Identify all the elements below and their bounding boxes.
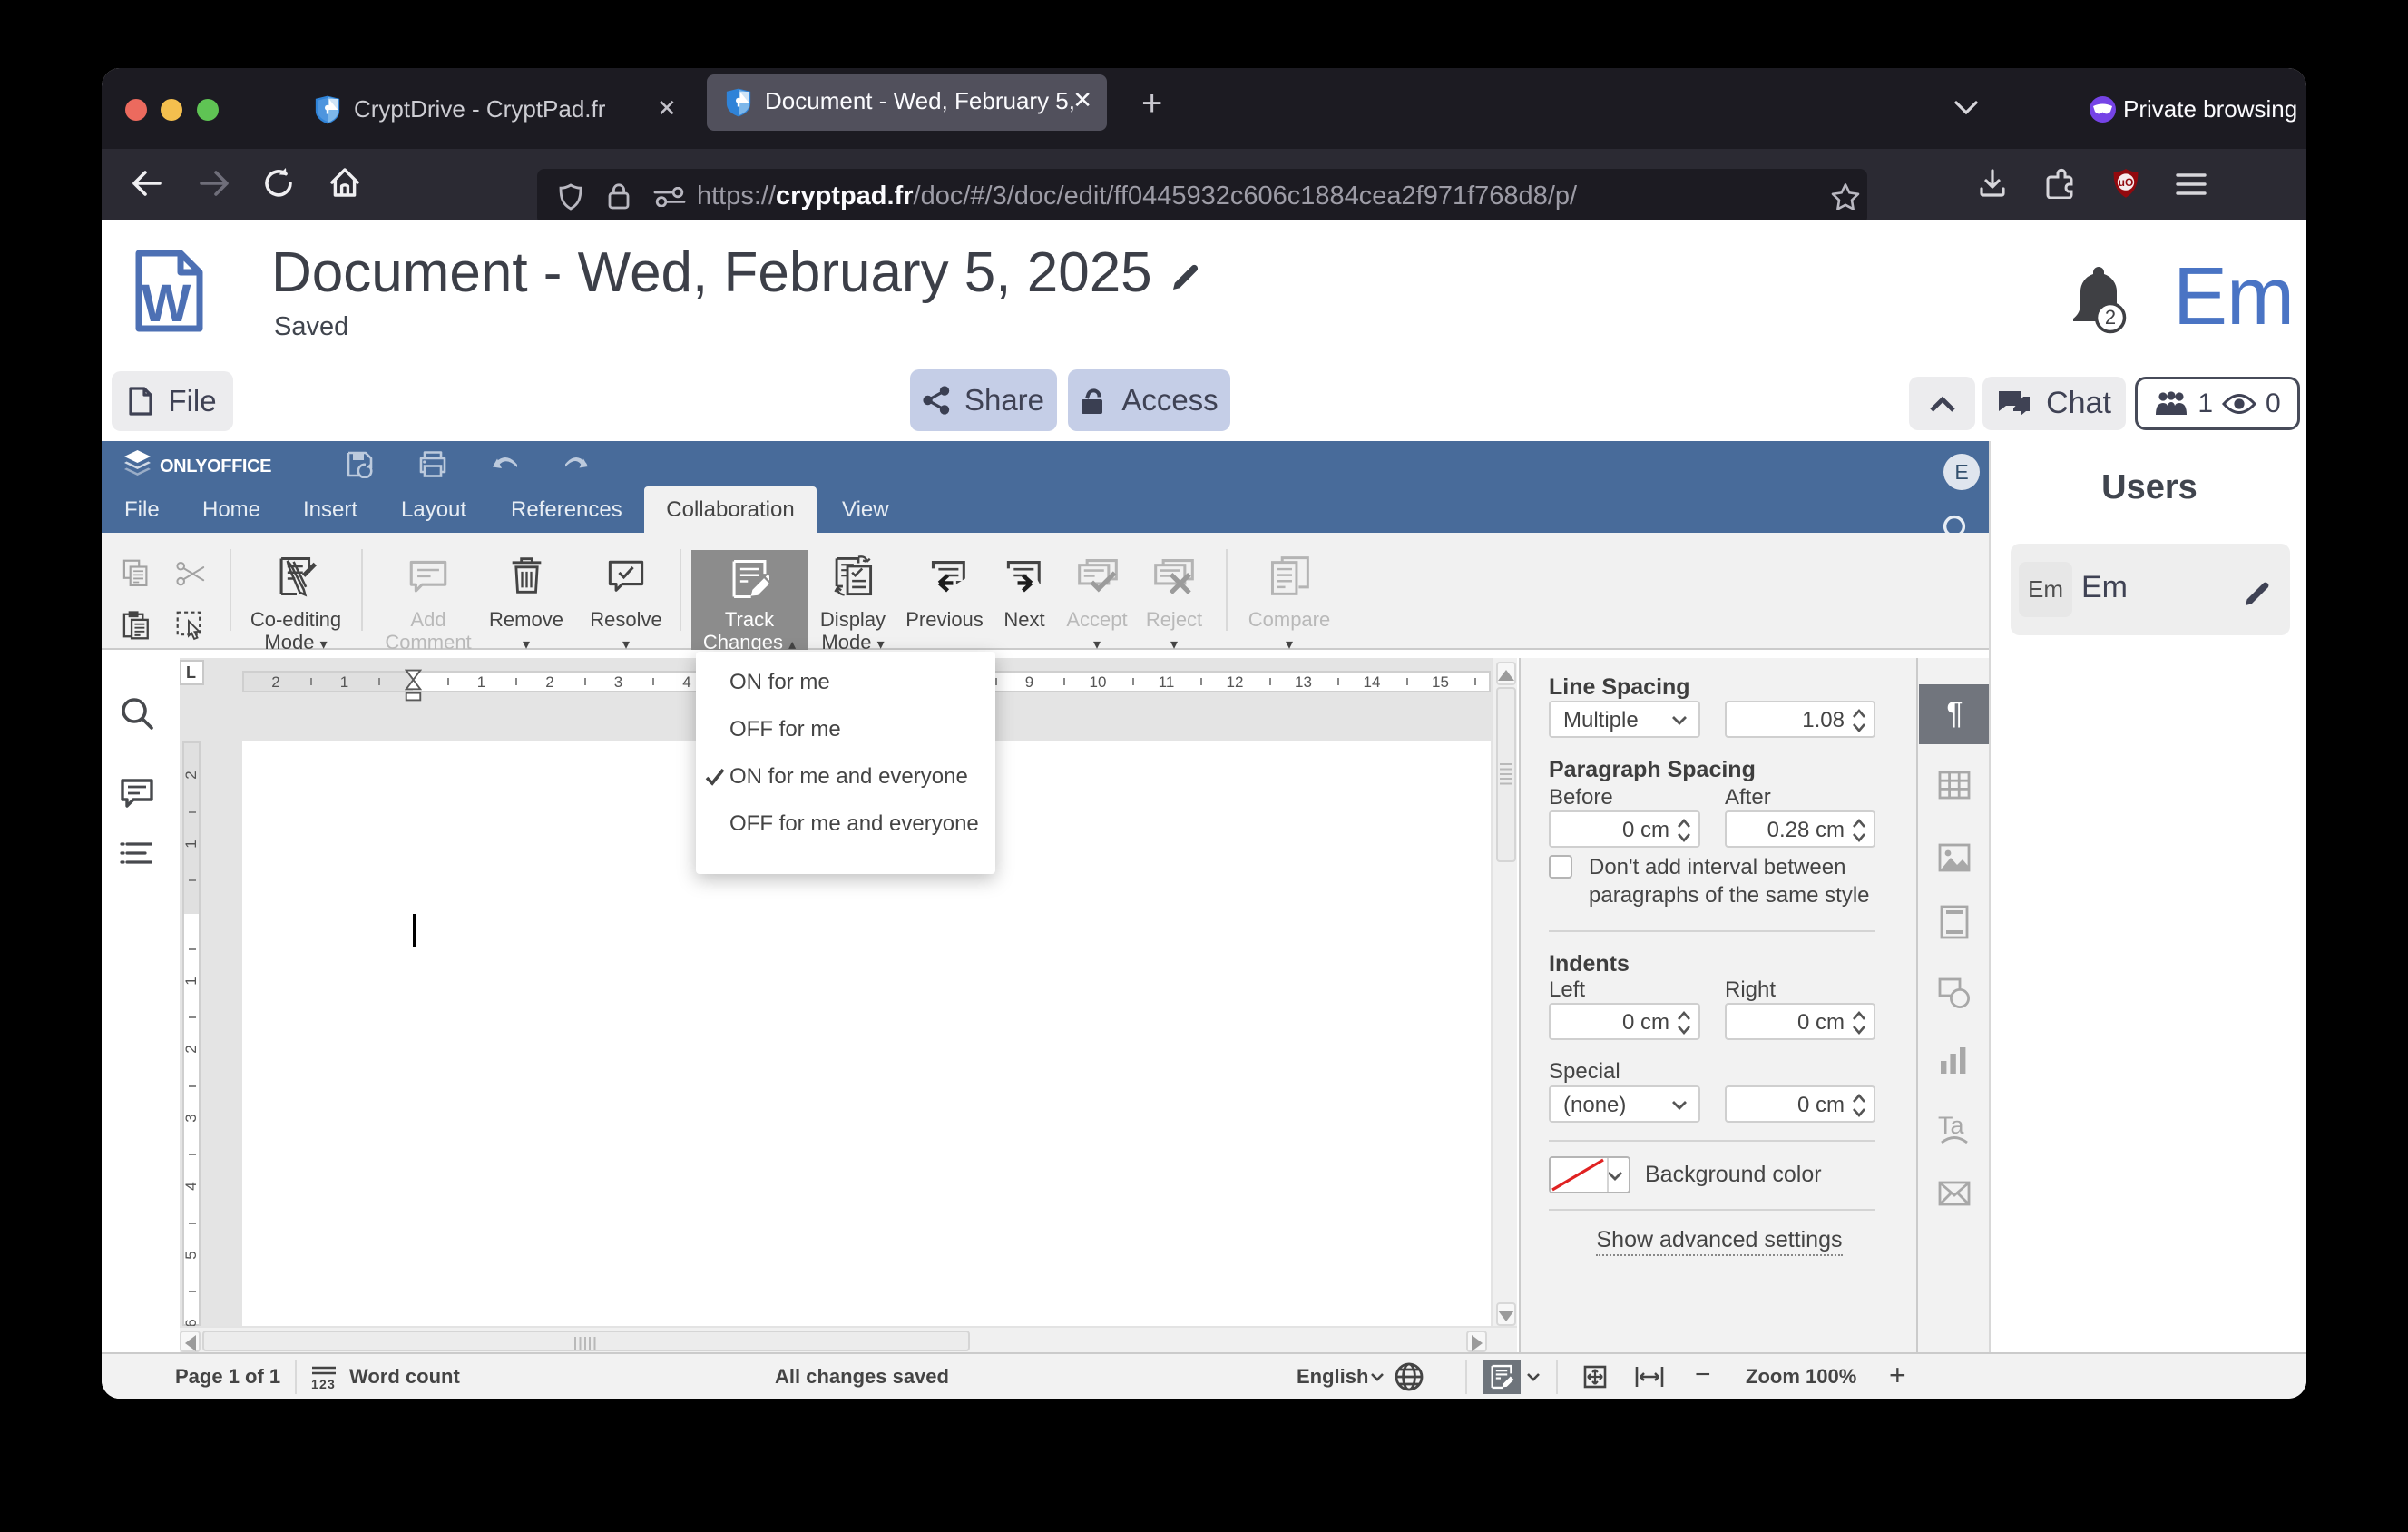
svg-text:W: W [142,274,191,332]
svg-text:uO: uO [2119,176,2134,189]
svg-text:123: 123 [311,1377,336,1390]
svg-text:Ta: Ta [1938,1112,1965,1139]
svg-text:2: 2 [2105,306,2116,329]
